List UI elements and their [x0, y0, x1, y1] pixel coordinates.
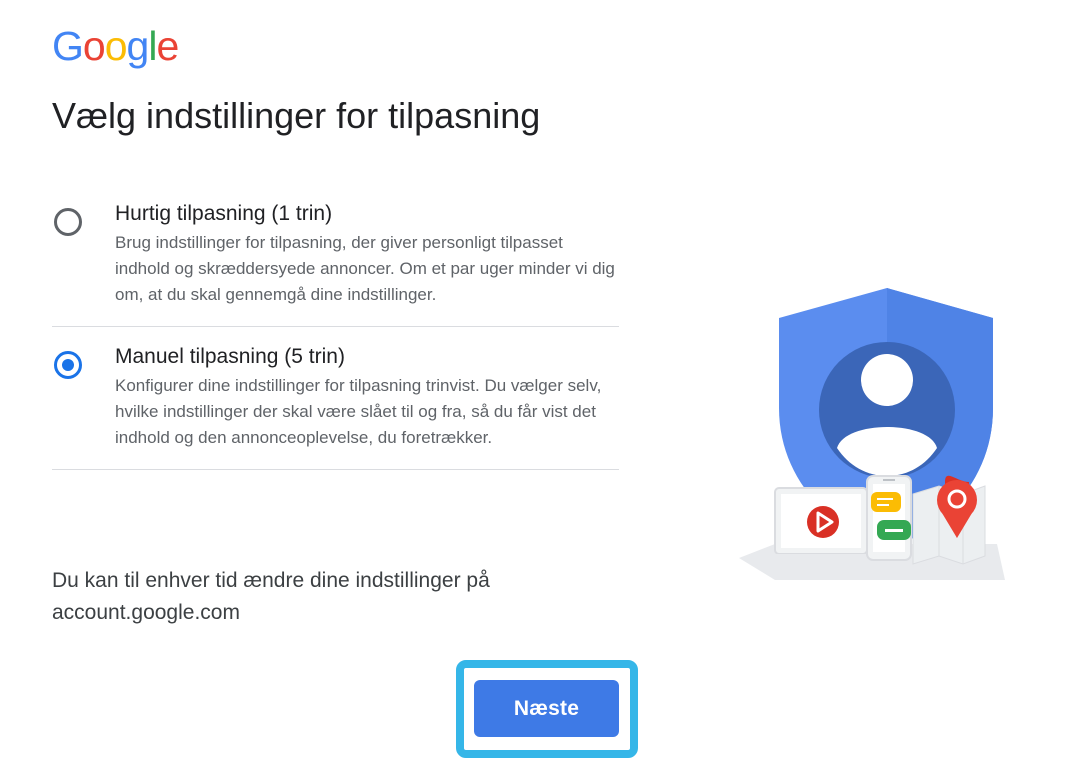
option-text: Manuel tilpasning (5 trin) Konfigurer di… [115, 343, 619, 451]
personalization-settings-page: Google Vælg indstillinger for tilpasning… [0, 0, 1080, 768]
person-icon [819, 342, 955, 478]
radio-manual-personalization[interactable] [54, 351, 82, 379]
settings-change-note: Du kan til enhver tid ændre dine indstil… [52, 569, 490, 624]
account-illustration [739, 288, 1005, 580]
personalization-options: Hurtig tilpasning (1 trin) Brug indstill… [52, 182, 619, 470]
logo-letter: l [148, 23, 157, 69]
page-title: Vælg indstillinger for tilpasning [52, 95, 541, 136]
option-quick-personalization[interactable]: Hurtig tilpasning (1 trin) Brug indstill… [52, 182, 619, 327]
next-button[interactable]: Næste [474, 680, 619, 737]
logo-letter: g [126, 23, 150, 69]
play-icon [807, 506, 839, 538]
option-title: Manuel tilpasning (5 trin) [115, 345, 345, 368]
option-manual-personalization[interactable]: Manuel tilpasning (5 trin) Konfigurer di… [52, 327, 619, 470]
option-description: Brug indstillinger for tilpasning, der g… [115, 233, 615, 304]
phone-icon [866, 475, 912, 561]
logo-letter: o [82, 23, 106, 69]
logo-letter: e [156, 23, 179, 69]
option-title: Hurtig tilpasning (1 trin) [115, 202, 333, 225]
google-logo: Google [52, 23, 179, 69]
option-description: Konfigurer dine indstillinger for tilpas… [115, 376, 602, 447]
logo-letter: o [104, 23, 128, 69]
radio-quick-personalization[interactable] [54, 208, 82, 236]
option-text: Hurtig tilpasning (1 trin) Brug indstill… [115, 200, 619, 308]
logo-letter: G [52, 23, 84, 69]
